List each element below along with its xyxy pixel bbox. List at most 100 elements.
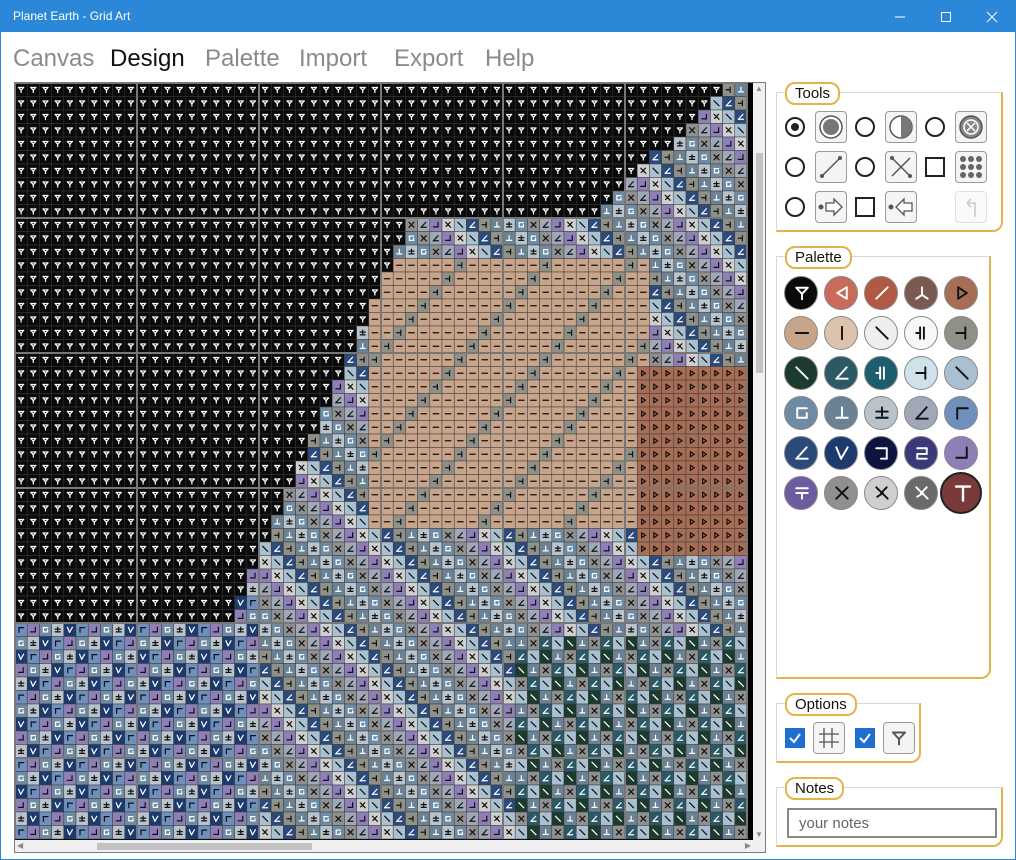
palette-group: Palette: [776, 246, 991, 679]
tool-circle-fill[interactable]: [785, 111, 847, 143]
tool-button[interactable]: [955, 191, 987, 223]
design-canvas[interactable]: ▲ ▼ ◀ ▶: [14, 82, 766, 853]
hook-icon: [875, 447, 888, 460]
fork-icon: [795, 286, 809, 301]
option-checkbox[interactable]: [785, 728, 805, 748]
app-window: Planet Earth - Grid Art Canvas Design Pa…: [0, 0, 1016, 860]
pattern-grid[interactable]: [15, 83, 755, 840]
tool-button[interactable]: [885, 191, 917, 223]
fork-icon: [892, 731, 906, 746]
option-button[interactable]: [883, 722, 915, 754]
palette-swatch[interactable]: [824, 356, 858, 390]
horizontal-scrollbar[interactable]: ◀ ▶: [15, 840, 765, 852]
tool-button[interactable]: [815, 191, 847, 223]
tool-selector[interactable]: [925, 157, 945, 177]
dash-icon: [794, 332, 810, 334]
tool-line[interactable]: [785, 151, 847, 183]
options-group: Options: [776, 693, 921, 763]
tools-group: Tools: [776, 82, 1003, 232]
palette-swatch[interactable]: [904, 356, 938, 390]
horizontal-scroll-thumb[interactable]: [97, 843, 312, 850]
window-title: Planet Earth - Grid Art: [13, 9, 131, 23]
palette-swatch[interactable]: [904, 476, 938, 510]
tool-arrow-right[interactable]: [785, 191, 847, 223]
line-icon: [820, 156, 842, 178]
palette-swatch[interactable]: [864, 476, 898, 510]
notes-group: Notes: [776, 777, 1003, 847]
tool-button[interactable]: [815, 111, 847, 143]
menu-canvas[interactable]: Canvas: [13, 45, 94, 73]
tool-selector[interactable]: [855, 157, 875, 177]
palette-swatch[interactable]: [944, 276, 978, 310]
tool-button[interactable]: [885, 151, 917, 183]
menu-palette[interactable]: Palette: [205, 45, 280, 73]
tool-button[interactable]: [955, 151, 987, 183]
palette-swatch[interactable]: [904, 396, 938, 430]
option-button[interactable]: [813, 722, 845, 754]
option-checkbox[interactable]: [855, 728, 875, 748]
tool-undo[interactable]: [925, 191, 987, 223]
scroll-right-icon[interactable]: ▶: [745, 841, 751, 850]
palette-swatch[interactable]: [864, 356, 898, 390]
option-grid[interactable]: [785, 722, 845, 754]
angle-icon: [836, 286, 848, 300]
palette-swatch[interactable]: [864, 436, 898, 470]
t-side-icon: [915, 366, 927, 380]
tool-dot-grid[interactable]: [925, 151, 987, 183]
tool-cross-line[interactable]: [855, 151, 917, 183]
vertical-scroll-thumb[interactable]: [756, 153, 763, 373]
palette-label: Palette: [785, 246, 852, 269]
palette-swatch[interactable]: [784, 476, 818, 510]
tool-button[interactable]: [955, 111, 987, 143]
maximize-icon: [941, 11, 951, 22]
palette-swatch[interactable]: [824, 396, 858, 430]
tool-selector[interactable]: [855, 117, 875, 137]
tool-circle-half[interactable]: [855, 111, 917, 143]
palette-swatch[interactable]: [784, 436, 818, 470]
minimize-icon: [895, 16, 905, 17]
palette-swatch[interactable]: [904, 316, 938, 350]
menu-help[interactable]: Help: [485, 45, 534, 73]
menu-import[interactable]: Import: [299, 45, 367, 73]
scroll-left-icon[interactable]: ◀: [17, 841, 23, 850]
tool-circle-x[interactable]: [925, 111, 987, 143]
palette-swatch[interactable]: [824, 436, 858, 470]
option-fork[interactable]: [855, 722, 915, 754]
menu-export[interactable]: Export: [394, 45, 463, 73]
tool-selector[interactable]: [925, 117, 945, 137]
palette-swatch[interactable]: [864, 276, 898, 310]
palette-swatch[interactable]: [784, 276, 818, 310]
palette-swatch[interactable]: [784, 316, 818, 350]
tools-label: Tools: [785, 82, 841, 105]
palette-swatch[interactable]: [944, 356, 978, 390]
maximize-button[interactable]: [923, 1, 969, 32]
backslash-icon: [795, 366, 809, 380]
palette-swatch[interactable]: [864, 316, 898, 350]
notes-input[interactable]: [787, 808, 997, 838]
minimize-button[interactable]: [877, 1, 923, 32]
tool-arrow-left[interactable]: [855, 191, 917, 223]
palette-swatch[interactable]: [824, 476, 858, 510]
palette-swatch[interactable]: [904, 436, 938, 470]
palette-swatch[interactable]: [904, 276, 938, 310]
palette-swatch[interactable]: [824, 276, 858, 310]
palette-swatch[interactable]: [784, 396, 818, 430]
palette-swatch[interactable]: [940, 472, 982, 514]
tool-selector[interactable]: [855, 197, 875, 217]
tool-selector[interactable]: [785, 117, 805, 137]
vertical-scrollbar[interactable]: ▲ ▼: [753, 83, 765, 840]
palette-swatch[interactable]: [824, 316, 858, 350]
palette-swatch[interactable]: [864, 396, 898, 430]
palette-swatch[interactable]: [944, 396, 978, 430]
tool-button[interactable]: [885, 111, 917, 143]
palette-swatch[interactable]: [944, 436, 978, 470]
palette-swatch[interactable]: [944, 316, 978, 350]
close-button[interactable]: [969, 1, 1015, 32]
tool-selector[interactable]: [785, 197, 805, 217]
tool-button[interactable]: [815, 151, 847, 183]
tool-selector[interactable]: [785, 157, 805, 177]
palette-swatch[interactable]: [784, 356, 818, 390]
scroll-up-icon[interactable]: ▲: [755, 84, 763, 93]
menu-design[interactable]: Design: [110, 45, 185, 73]
scroll-down-icon[interactable]: ▼: [755, 830, 763, 839]
